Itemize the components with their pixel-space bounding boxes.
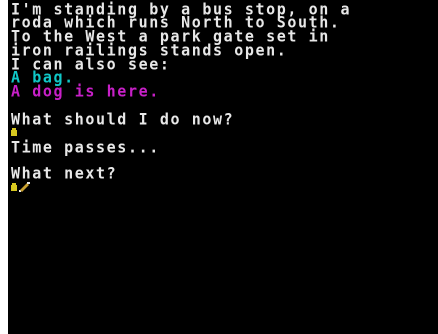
cursor-with-pencil-icon <box>11 182 30 192</box>
game-screen: I'm standing by a bus stop, on a roda wh… <box>8 0 438 334</box>
item-dog: A dog is here. <box>11 81 160 101</box>
response-time-passes: Time passes... <box>11 137 160 157</box>
prompt-what-now: What should I do now? <box>11 109 235 129</box>
prompt-what-next: What next? <box>11 163 118 183</box>
input-line[interactable] <box>11 181 41 193</box>
